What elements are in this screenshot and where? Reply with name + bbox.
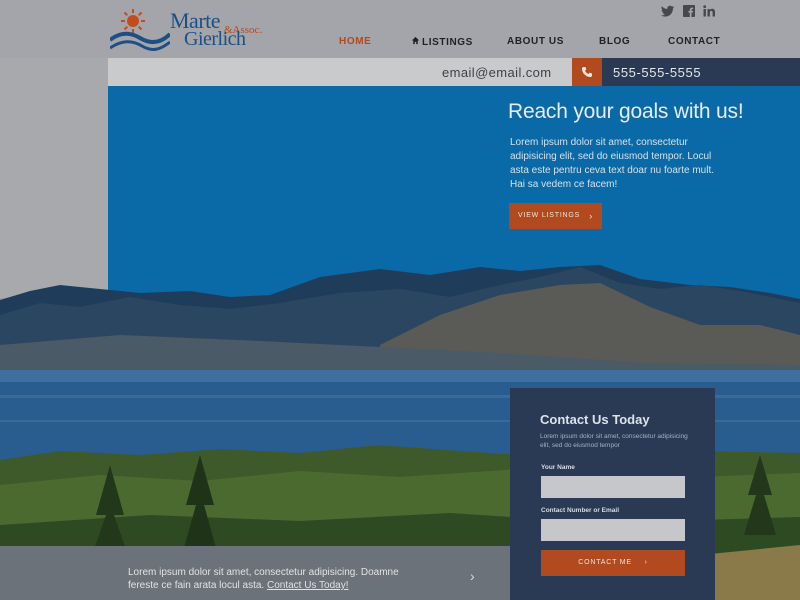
view-listings-label: VIEW LISTINGS [518, 212, 581, 219]
name-input[interactable] [541, 476, 685, 498]
nav-listings-label: LISTINGS [422, 37, 473, 48]
view-listings-button[interactable]: VIEW LISTINGS › [509, 203, 602, 229]
bottom-text-body: Lorem ipsum dolor sit amet, consectetur … [128, 567, 399, 591]
nav-about[interactable]: ABOUT US [507, 36, 564, 50]
contact-form-subtitle: Lorem ipsum dolor sit amet, consectetur … [540, 433, 688, 449]
phone-icon [582, 67, 592, 77]
logo[interactable]: Marte &Assoc. Gierlich [110, 6, 270, 52]
contact-number-input[interactable] [541, 519, 685, 541]
wave-icon [110, 31, 170, 51]
name-label: Your Name [541, 464, 575, 471]
nav-contact[interactable]: CONTACT [668, 36, 720, 50]
contact-form-title: Contact Us Today [540, 412, 650, 427]
phone-icon-box [572, 58, 602, 86]
contact-me-label: CONTACT ME [578, 559, 632, 566]
hero-title: Reach your goals with us! [508, 100, 744, 123]
bottom-text: Lorem ipsum dolor sit amet, consectetur … [128, 566, 428, 592]
contact-number-label: Contact Number or Email [541, 507, 620, 514]
nav-listings[interactable]: LISTINGS [411, 36, 473, 50]
phone-number[interactable]: 555-555-5555 [613, 65, 701, 80]
chevron-right-icon[interactable]: › [470, 568, 475, 584]
linkedin-icon[interactable] [702, 4, 716, 18]
chevron-right-icon: › [644, 559, 648, 566]
contact-us-link[interactable]: Contact Us Today! [267, 580, 349, 591]
twitter-icon[interactable] [661, 4, 675, 18]
chevron-right-icon: › [589, 211, 593, 221]
contact-me-button[interactable]: CONTACT ME › [541, 550, 685, 576]
logo-name-line2: Gierlich [184, 28, 246, 50]
hero-text: Lorem ipsum dolor sit amet, consectetur … [510, 137, 715, 190]
nav-home[interactable]: HOME [339, 36, 371, 50]
email-link[interactable]: email@email.com [442, 65, 552, 80]
facebook-icon[interactable] [682, 4, 696, 18]
nav-blog[interactable]: BLOG [599, 36, 630, 50]
home-icon [411, 36, 420, 45]
